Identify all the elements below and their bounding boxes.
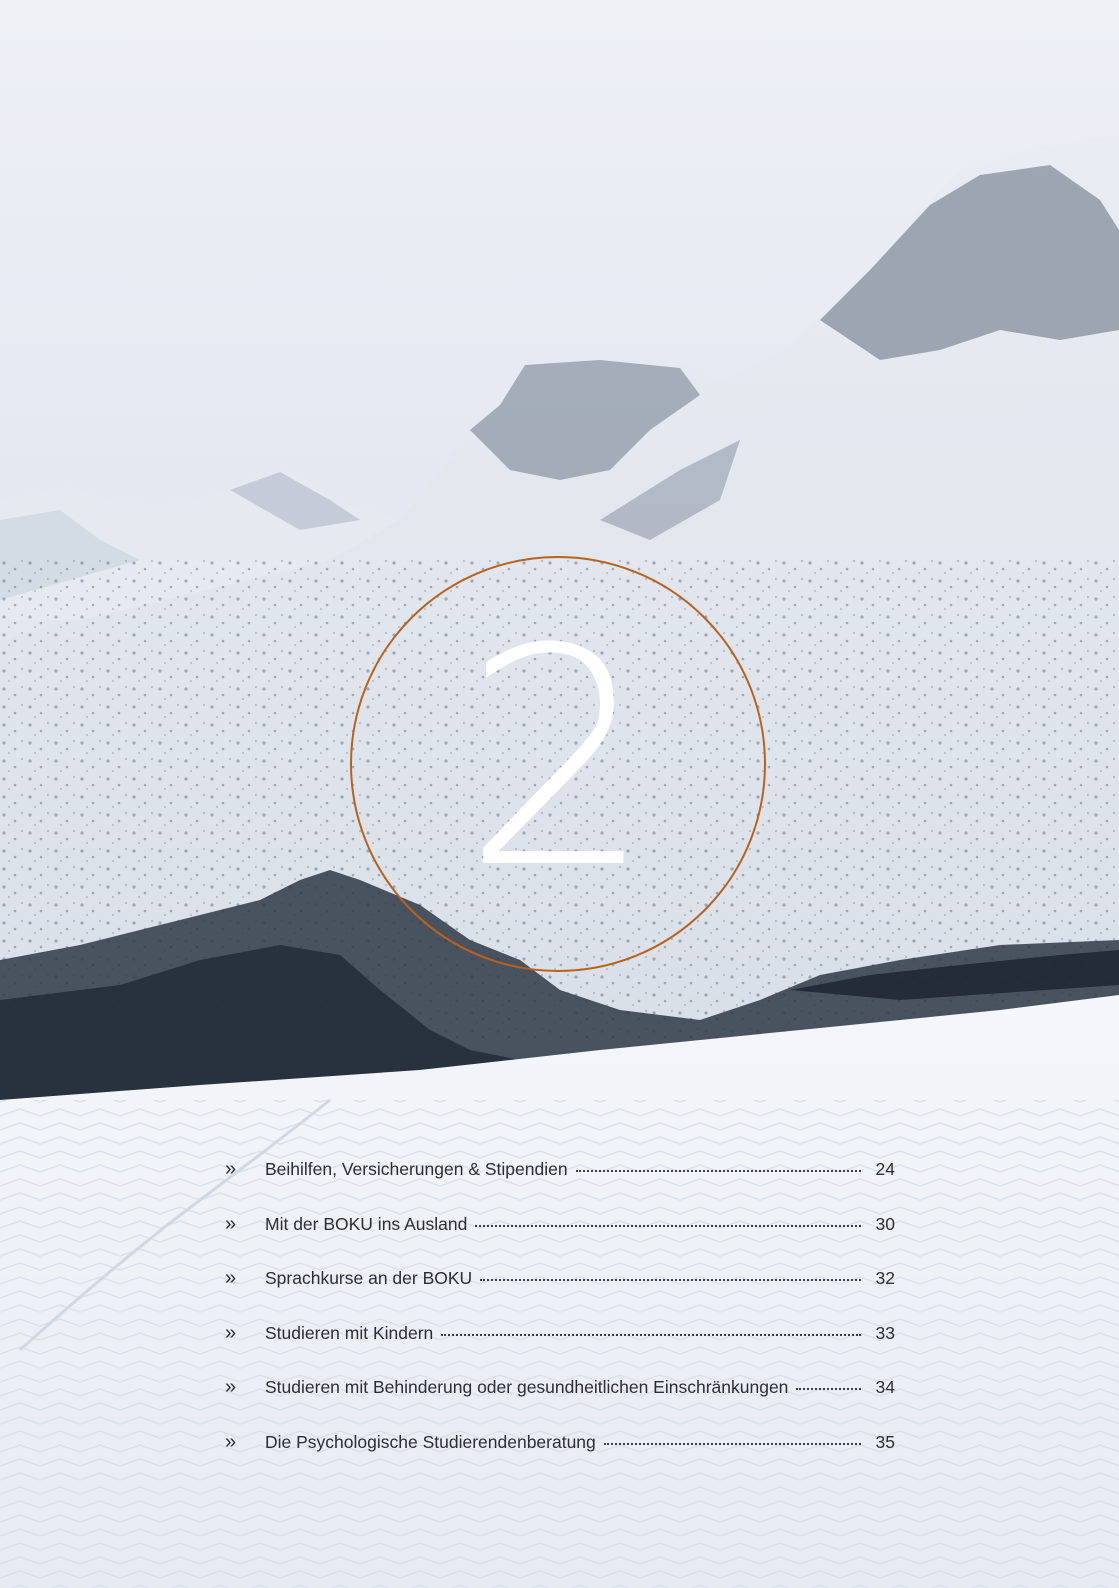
toc-item-page: 33 (875, 1322, 895, 1343)
toc-item-label: Die Psychologische Studierendenberatung (265, 1431, 596, 1452)
toc-item-label: Sprachkurse an der BOKU (265, 1268, 473, 1289)
dot-leader (441, 1333, 861, 1336)
toc-item-label: Beihilfen, Versicherungen & Stipendien (265, 1159, 568, 1179)
dot-leader (796, 1387, 861, 1391)
toc-item[interactable]: » Mit der BOKU ins Ausland 30 (225, 1213, 895, 1268)
chapter-number: 2 (462, 585, 654, 934)
toc-item[interactable]: » Studieren mit Kindern 33 (225, 1322, 895, 1377)
toc-item-label: Mit der BOKU ins Ausland (265, 1213, 468, 1234)
chevron-double-right-icon: » (225, 1376, 237, 1399)
dot-leader (475, 1224, 861, 1227)
toc-item[interactable]: » Beihilfen, Versicherungen & Stipendien… (225, 1158, 895, 1213)
chevron-double-right-icon: » (225, 1430, 237, 1453)
toc-item-page: 34 (875, 1377, 895, 1398)
toc-item-label: Studieren mit Behinderung oder gesundhei… (265, 1377, 789, 1398)
toc-item-label: Studieren mit Kindern (265, 1322, 434, 1343)
chevron-double-right-icon: » (225, 1267, 237, 1290)
chevron-double-right-icon: » (225, 1321, 237, 1344)
chevron-double-right-icon: » (225, 1158, 237, 1180)
toc-item[interactable]: » Studieren mit Behinderung oder gesundh… (225, 1376, 895, 1431)
dot-leader (603, 1442, 861, 1445)
table-of-contents: » Beihilfen, Versicherungen & Stipendien… (225, 1158, 895, 1486)
dot-leader (575, 1169, 861, 1172)
chevron-double-right-icon: » (225, 1212, 237, 1235)
toc-item-page: 35 (875, 1431, 895, 1452)
toc-item[interactable]: » Die Psychologische Studierendenberatun… (225, 1431, 895, 1486)
toc-item-page: 24 (875, 1159, 895, 1179)
toc-item[interactable]: » Sprachkurse an der BOKU 32 (225, 1267, 895, 1322)
toc-item-page: 30 (875, 1213, 895, 1234)
dot-leader (480, 1278, 861, 1282)
toc-item-page: 32 (875, 1268, 895, 1289)
